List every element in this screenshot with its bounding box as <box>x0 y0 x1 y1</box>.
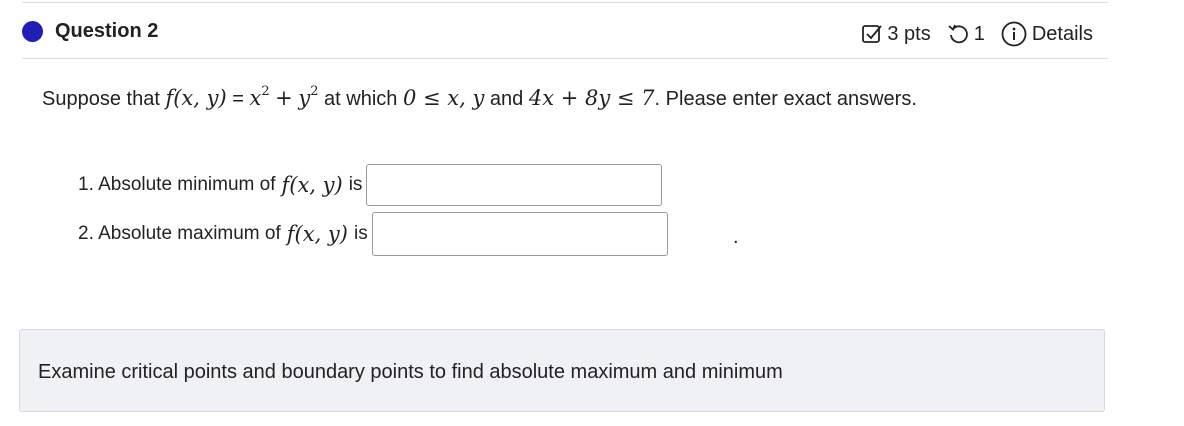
question-prompt: Suppose that f(x, y) = x2 + y2 at which … <box>42 84 917 111</box>
prompt-x-term: x <box>249 86 262 110</box>
prompt-x-exponent: 2 <box>261 84 270 100</box>
answer-label-max: 2. Absolute maximum of <box>78 223 281 244</box>
prompt-outro: . Please enter exact answers. <box>654 88 917 110</box>
prompt-and: and <box>489 88 524 110</box>
question-title: Question 2 <box>55 20 159 42</box>
absolute-maximum-input[interactable] <box>371 212 668 256</box>
prompt-equals: = <box>232 88 244 110</box>
answer-label-min: 1. Absolute minimum of <box>78 174 276 195</box>
points-label: 3 pts <box>887 22 931 45</box>
checkbox-icon <box>861 23 883 45</box>
question-meta: 3 pts 1 Details <box>861 21 1093 47</box>
prompt-constraint-1: 0 ≤ x, y <box>402 86 485 110</box>
prompt-y-exponent: 2 <box>310 84 319 100</box>
question-header: Question 2 3 pts 1 Details <box>0 0 1184 60</box>
answer-item-max: 2. Absolute maximum of f(x, y) is <box>78 212 668 256</box>
trailing-period: . <box>733 226 739 248</box>
retry-icon <box>947 23 969 45</box>
answer-suffix-min: is <box>348 174 363 195</box>
answer-suffix-max: is <box>353 223 368 244</box>
prompt-y-term: y <box>298 86 311 110</box>
question-status-dot <box>22 21 43 42</box>
prompt-at-which: at which <box>324 88 398 110</box>
hint-box: Examine critical points and boundary poi… <box>19 329 1105 412</box>
attempts-count: 1 <box>973 22 985 45</box>
prompt-constraint-2: 4x + 8y ≤ 7 <box>528 86 655 110</box>
prompt-intro: Suppose that <box>42 88 160 110</box>
header-divider <box>22 58 1108 59</box>
absolute-minimum-input[interactable] <box>366 164 663 206</box>
details-link[interactable]: Details <box>1032 23 1093 46</box>
answer-function-min: f(x, y) <box>281 173 343 197</box>
prompt-plus: + <box>275 86 293 110</box>
prompt-function: f(x, y) <box>165 86 227 110</box>
info-icon[interactable] <box>1001 21 1027 47</box>
answer-item-min: 1. Absolute minimum of f(x, y) is <box>78 164 663 206</box>
answer-function-max: f(x, y) <box>286 222 348 246</box>
hint-text: Examine critical points and boundary poi… <box>38 361 783 383</box>
